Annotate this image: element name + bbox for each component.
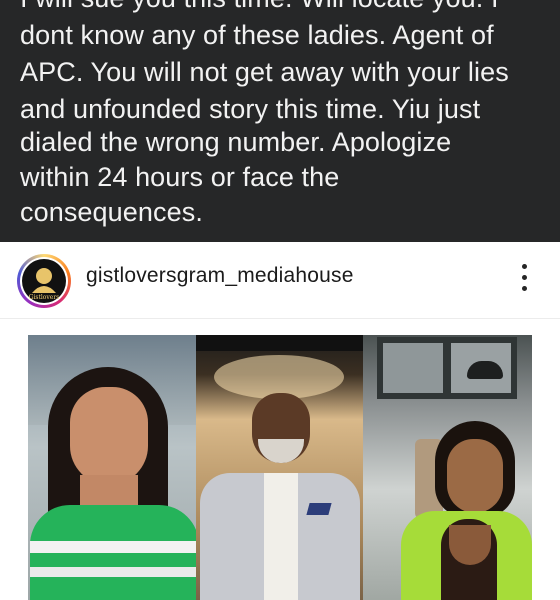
profile-avatar[interactable]: Gistlovers <box>17 254 71 308</box>
post-image[interactable] <box>0 319 560 600</box>
caption-line: consequences. <box>20 197 203 227</box>
logo-icon: Gistlovers <box>29 268 60 301</box>
svg-text:Gistlovers: Gistlovers <box>29 294 60 301</box>
caption-line: dont know any of these ladies. Agent of <box>20 20 494 50</box>
more-vertical-icon[interactable] <box>512 262 538 296</box>
post-header: Gistlovers gistloversgram_mediahouse <box>0 242 560 319</box>
avatar-image: Gistlovers <box>22 259 66 303</box>
caption-line: within 24 hours or face the <box>20 162 340 192</box>
caption-line: APC. You will not get away with your lie… <box>20 57 509 87</box>
caption-panel: I will sue you this time. Will locate yo… <box>0 0 560 242</box>
caption-line: dialed the wrong number. Apologize <box>20 127 452 157</box>
photo-panel-right <box>363 335 532 600</box>
username-link[interactable]: gistloversgram_mediahouse <box>86 264 354 288</box>
photo-panel-middle <box>196 335 364 600</box>
caption-line: and unfounded story this time. Yiu just <box>20 94 481 124</box>
photo-panel-left <box>28 335 197 600</box>
caption-line: I will sue you this time. Will locate yo… <box>20 0 499 17</box>
avatar: Gistlovers <box>20 257 68 305</box>
